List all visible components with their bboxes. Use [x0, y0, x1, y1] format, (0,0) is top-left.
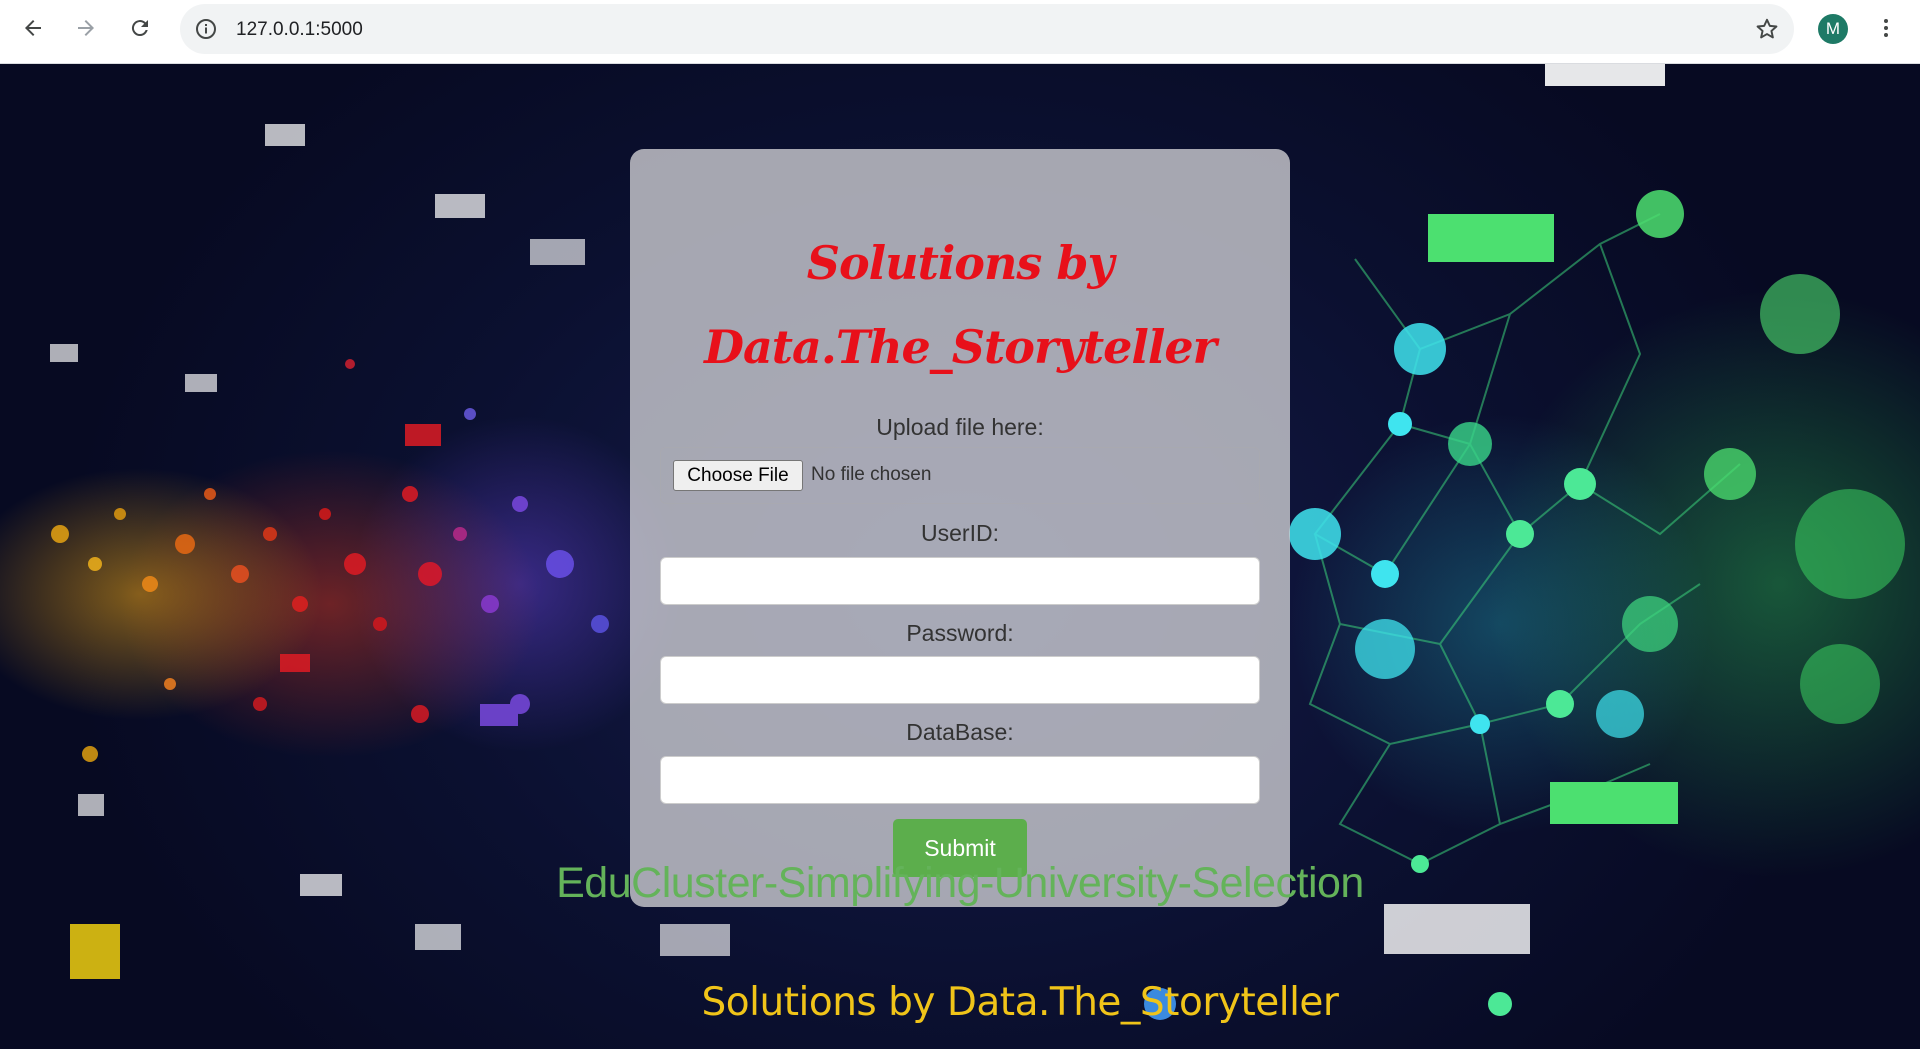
database-label: DataBase: [906, 719, 1014, 745]
form-title: Solutions by Data.The_Storyteller [630, 221, 1290, 389]
project-title: EduCluster-Simplifying-University-Select… [556, 859, 1364, 907]
page-viewport: Solutions by Data.The_Storyteller Upload… [0, 64, 1920, 1049]
kebab-menu-icon [1884, 19, 1888, 37]
star-icon[interactable] [1754, 16, 1780, 42]
arrow-right-icon [78, 20, 94, 36]
file-status-text: No file chosen [811, 464, 932, 485]
choose-file-button[interactable]: Choose File [673, 460, 803, 491]
userid-label: UserID: [921, 520, 999, 546]
address-bar[interactable]: 127.0.0.1:5000 [180, 4, 1794, 54]
info-icon[interactable] [194, 17, 218, 41]
reload-icon [131, 20, 148, 37]
browser-toolbar: 127.0.0.1:5000 M [0, 0, 1920, 64]
form-title-line2: Data.The_Storyteller [704, 320, 1217, 374]
back-button[interactable] [13, 8, 53, 48]
userid-input[interactable] [660, 557, 1260, 605]
browser-menu-button[interactable] [1870, 12, 1902, 44]
upload-label: Upload file here: [876, 414, 1044, 440]
url-text[interactable]: 127.0.0.1:5000 [236, 19, 363, 41]
forward-button[interactable] [66, 8, 106, 48]
file-upload-field: Choose File No file chosen [660, 447, 1260, 504]
password-label: Password: [906, 620, 1014, 646]
reload-button[interactable] [120, 8, 160, 48]
profile-avatar[interactable]: M [1818, 14, 1848, 44]
database-input[interactable] [660, 756, 1260, 804]
password-input[interactable] [660, 656, 1260, 704]
upload-form-card: Solutions by Data.The_Storyteller Upload… [630, 149, 1290, 907]
arrow-left-icon [25, 20, 41, 36]
form-title-line1: Solutions by [806, 236, 1114, 290]
footer-credit: Solutions by Data.The_Storyteller [701, 980, 1339, 1025]
